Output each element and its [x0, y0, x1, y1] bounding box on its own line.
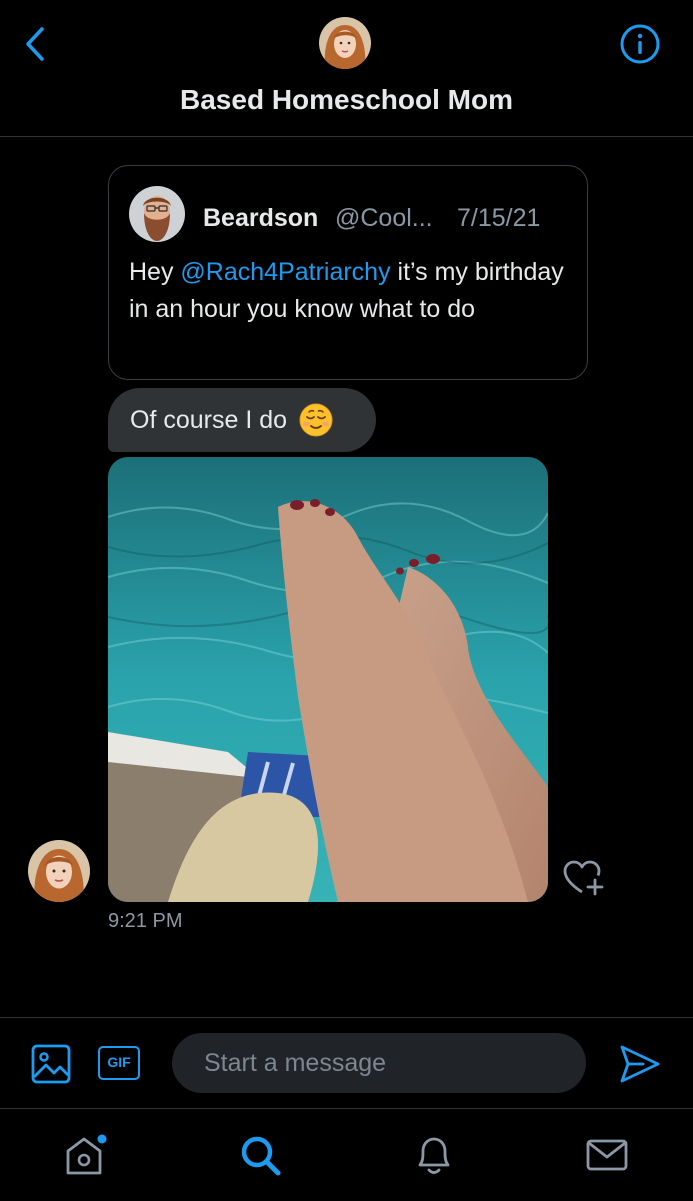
send-icon: [620, 1045, 660, 1083]
back-button[interactable]: [18, 24, 52, 64]
nav-notifications[interactable]: [410, 1131, 458, 1179]
message-photo[interactable]: [108, 457, 548, 902]
quoted-text-start: Hey: [129, 258, 181, 286]
nav-messages[interactable]: [583, 1131, 631, 1179]
message-timestamp: 9:21 PM: [108, 910, 183, 932]
avatar[interactable]: [28, 840, 90, 902]
gif-button[interactable]: GIF: [98, 1046, 140, 1080]
quoted-tweet-text: Hey @Rach4Patriarchy it’s my birthday in…: [129, 254, 577, 328]
conversation-header: Based Homeschool Mom: [0, 0, 693, 137]
nav-home[interactable]: [62, 1131, 110, 1179]
info-button[interactable]: [619, 23, 661, 65]
quoted-tweet-card[interactable]: Beardson @Cool... 7/15/21 Hey @Rach4Patr…: [108, 165, 588, 380]
relieved-face-emoji: [299, 403, 333, 437]
react-button[interactable]: [562, 858, 606, 898]
info-icon: [620, 24, 660, 64]
bottom-navigation: [0, 1108, 693, 1201]
bell-icon: [418, 1137, 450, 1174]
message-bubble[interactable]: Of course I do: [108, 388, 376, 452]
message-text: Of course I do: [130, 405, 288, 434]
mention-link[interactable]: @Rach4Patriarchy: [180, 258, 390, 286]
page-title: Based Homeschool Mom: [180, 84, 513, 115]
search-icon: [241, 1136, 281, 1176]
send-button[interactable]: [619, 1044, 661, 1084]
quoted-author-handle: @Cool...: [335, 204, 433, 232]
message-composer: GIF: [0, 1017, 693, 1109]
add-image-button[interactable]: [30, 1043, 72, 1085]
quoted-author-name: Beardson: [203, 204, 319, 232]
avatar: [129, 186, 185, 242]
nav-search[interactable]: [236, 1131, 284, 1179]
message-input[interactable]: [172, 1033, 586, 1093]
avatar[interactable]: [319, 17, 371, 69]
mail-icon: [586, 1139, 628, 1171]
quoted-tweet-date: 7/15/21: [457, 204, 541, 232]
chevron-left-icon: [26, 27, 44, 61]
image-icon: [31, 1044, 71, 1084]
heart-plus-icon: [563, 860, 604, 896]
home-icon: [66, 1134, 107, 1175]
